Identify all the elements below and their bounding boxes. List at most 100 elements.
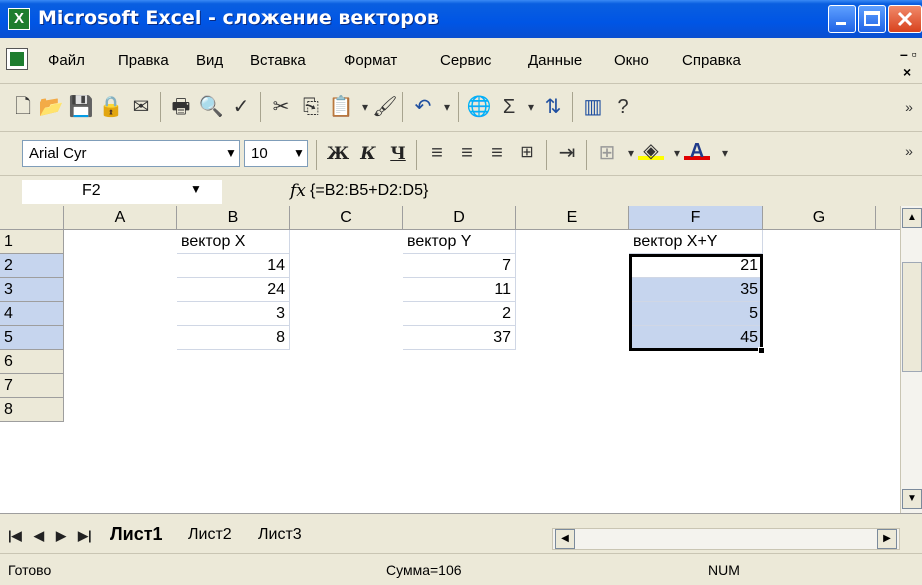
scroll-down-icon[interactable]: ▼: [902, 489, 922, 509]
font-name-select[interactable]: Arial Cyr: [22, 140, 240, 167]
toolbar-options-icon[interactable]: »: [896, 138, 922, 164]
row-header-4[interactable]: 4: [0, 302, 64, 326]
menu-format[interactable]: Формат: [344, 52, 397, 69]
column-header-e[interactable]: E: [516, 206, 629, 230]
merge-center-icon[interactable]: ⊞: [514, 140, 540, 166]
new-document-icon[interactable]: 🗋: [10, 94, 36, 120]
row-header-1[interactable]: 1: [0, 230, 64, 254]
fill-handle[interactable]: [758, 347, 765, 354]
sheet-tab-1[interactable]: Лист1: [110, 524, 163, 545]
name-box-dropdown-icon[interactable]: ▼: [190, 182, 202, 196]
maximize-button[interactable]: [858, 5, 886, 33]
column-header-b[interactable]: B: [177, 206, 290, 230]
column-header-g[interactable]: G: [763, 206, 876, 230]
font-size-dropdown-icon[interactable]: ▼: [290, 140, 308, 167]
cell-b5[interactable]: 8: [177, 326, 290, 350]
font-dropdown-icon[interactable]: ▼: [222, 140, 240, 167]
sort-ascending-icon[interactable]: ⇅: [540, 94, 566, 120]
cell-f1[interactable]: вектор X+Y: [629, 230, 763, 254]
menu-view[interactable]: Вид: [196, 52, 223, 69]
undo-icon[interactable]: ↶: [410, 94, 436, 120]
align-left-icon[interactable]: ≡: [424, 140, 450, 166]
workbook-minimize-icon[interactable]: – ▫: [900, 46, 917, 62]
cell-f2[interactable]: 21: [629, 254, 763, 278]
spelling-icon[interactable]: ✓: [228, 94, 254, 120]
cell-b1[interactable]: вектор X: [177, 230, 290, 254]
minimize-button[interactable]: [828, 5, 856, 33]
help-icon[interactable]: ?: [610, 94, 636, 120]
prev-sheet-icon[interactable]: ◀: [34, 528, 44, 544]
row-header-6[interactable]: 6: [0, 350, 64, 374]
horizontal-scrollbar[interactable]: ◀ ▶: [552, 528, 900, 550]
cell-f4[interactable]: 5: [629, 302, 763, 326]
cell-b2[interactable]: 14: [177, 254, 290, 278]
row-header-3[interactable]: 3: [0, 278, 64, 302]
borders-icon[interactable]: ⊞: [594, 140, 620, 166]
column-header-a[interactable]: A: [64, 206, 177, 230]
menu-data[interactable]: Данные: [528, 52, 582, 69]
cell-d2[interactable]: 7: [403, 254, 516, 278]
cut-icon[interactable]: ✂: [268, 94, 294, 120]
scroll-up-icon[interactable]: ▲: [902, 208, 922, 228]
scroll-right-icon[interactable]: ▶: [877, 529, 897, 549]
align-right-icon[interactable]: ≡: [484, 140, 510, 166]
column-header-h[interactable]: [876, 206, 900, 230]
copy-icon[interactable]: ⎘: [298, 94, 324, 120]
align-center-icon[interactable]: ≡: [454, 140, 480, 166]
chart-wizard-icon[interactable]: ▥: [580, 94, 606, 120]
workbook-close-icon[interactable]: ×: [903, 64, 911, 80]
underline-button[interactable]: Ч: [384, 140, 412, 168]
row-header-8[interactable]: 8: [0, 398, 64, 422]
italic-button[interactable]: К: [354, 140, 382, 168]
cell-b4[interactable]: 3: [177, 302, 290, 326]
format-painter-icon[interactable]: 🖌: [372, 94, 398, 120]
menu-edit[interactable]: Правка: [118, 52, 169, 69]
title-bar[interactable]: X Microsoft Excel - сложение векторов: [0, 0, 922, 38]
paste-icon[interactable]: 📋: [328, 94, 354, 120]
hyperlink-icon[interactable]: 🌐: [466, 94, 492, 120]
cell-d5[interactable]: 37: [403, 326, 516, 350]
email-icon[interactable]: ✉: [128, 94, 154, 120]
worksheet-grid[interactable]: A B C D E F G 1 2 3 4 5 6 7 8 вектор X ве…: [0, 206, 900, 513]
cell-f5[interactable]: 45: [629, 326, 763, 350]
menu-help[interactable]: Справка: [682, 52, 741, 69]
sheet-tab-2[interactable]: Лист2: [188, 526, 232, 544]
undo-dropdown-icon[interactable]: ▾: [434, 94, 460, 120]
scroll-left-icon[interactable]: ◀: [555, 529, 575, 549]
save-icon[interactable]: 💾: [68, 94, 94, 120]
last-sheet-icon[interactable]: ▶|: [78, 528, 92, 544]
cell-d4[interactable]: 2: [403, 302, 516, 326]
excel-app-icon[interactable]: X: [8, 8, 30, 30]
cell-d1[interactable]: вектор Y: [403, 230, 516, 254]
bold-button[interactable]: Ж: [324, 140, 352, 168]
formula-input[interactable]: {=B2:B5+D2:D5}: [310, 182, 428, 200]
font-color-icon[interactable]: A: [684, 138, 710, 162]
menu-insert[interactable]: Вставка: [250, 52, 306, 69]
row-header-2[interactable]: 2: [0, 254, 64, 278]
insert-function-icon[interactable]: fx: [290, 181, 306, 201]
menu-tools[interactable]: Сервис: [440, 52, 491, 69]
fill-color-icon[interactable]: ◈: [638, 138, 664, 162]
print-preview-icon[interactable]: 🔍: [198, 94, 224, 120]
permission-icon[interactable]: 🔒: [98, 94, 124, 120]
cell-b3[interactable]: 24: [177, 278, 290, 302]
font-color-dropdown-icon[interactable]: ▾: [712, 140, 738, 166]
scroll-thumb[interactable]: [902, 262, 922, 372]
toolbar-options-icon[interactable]: »: [896, 94, 922, 120]
row-header-7[interactable]: 7: [0, 374, 64, 398]
sheet-tab-3[interactable]: Лист3: [258, 526, 302, 544]
column-header-d[interactable]: D: [403, 206, 516, 230]
print-icon[interactable]: 🖶: [168, 94, 194, 120]
row-header-5[interactable]: 5: [0, 326, 64, 350]
workbook-icon[interactable]: [6, 48, 28, 70]
menu-window[interactable]: Окно: [614, 52, 649, 69]
cell-f3[interactable]: 35: [629, 278, 763, 302]
vertical-scrollbar[interactable]: ▲ ▼: [900, 206, 922, 513]
open-folder-icon[interactable]: 📂: [38, 94, 64, 120]
cell-d3[interactable]: 11: [403, 278, 516, 302]
increase-indent-icon[interactable]: ⇥: [554, 140, 580, 166]
first-sheet-icon[interactable]: |◀: [8, 528, 22, 544]
close-button[interactable]: [888, 5, 922, 33]
column-header-c[interactable]: C: [290, 206, 403, 230]
menu-file[interactable]: Файл: [48, 52, 85, 69]
